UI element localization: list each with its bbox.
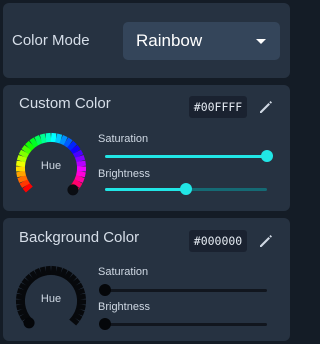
background-saturation-label: Saturation — [98, 266, 149, 278]
custom-hex-field[interactable]: #00FFFF — [189, 96, 247, 118]
hue-ring-segment — [39, 133, 47, 144]
hue-ring-segment — [16, 170, 26, 178]
custom-saturation-knob[interactable] — [261, 150, 273, 162]
hue-ring-segment — [34, 268, 43, 279]
pencil-icon[interactable] — [258, 233, 274, 249]
background-hue-wheel[interactable]: Hue — [15, 265, 87, 337]
hue-ring-segment — [55, 133, 63, 144]
hue-ring-segment — [17, 174, 28, 183]
custom-brightness-slider[interactable] — [105, 183, 267, 195]
hue-ring-segment — [45, 132, 52, 143]
hue-ring-segment — [45, 265, 52, 276]
hue-ring-segment — [50, 265, 57, 276]
background-saturation-slider[interactable] — [99, 284, 267, 296]
color-mode-dropdown[interactable]: Rainbow — [123, 22, 280, 60]
custom-brightness-fill — [105, 188, 186, 191]
background-brightness-label: Brightness — [98, 301, 150, 313]
hue-knob[interactable] — [67, 184, 79, 196]
hue-ring-segment — [76, 170, 86, 178]
background-color-title: Background Color — [19, 229, 140, 246]
custom-brightness-label: Brightness — [98, 168, 150, 180]
hue-ring-segment — [74, 307, 85, 316]
color-mode-card: Color Mode Rainbow — [3, 3, 290, 78]
custom-saturation-slider[interactable] — [105, 150, 273, 162]
custom-hue-label: Hue — [40, 160, 62, 172]
hue-ring-segment — [55, 266, 63, 277]
hue-ring-segment — [34, 135, 43, 146]
background-saturation-knob[interactable] — [99, 284, 111, 296]
background-color-card: Background Color #000000 Hue Saturation … — [3, 218, 290, 341]
hue-ring-segment — [39, 266, 47, 277]
hue-knob[interactable] — [23, 317, 35, 329]
hue-ring-segment — [50, 132, 57, 143]
custom-hue-wheel[interactable]: Hue — [15, 132, 87, 204]
caret-down-icon — [256, 39, 266, 44]
hue-ring-segment — [17, 307, 28, 316]
hue-ring-segment — [16, 303, 26, 311]
custom-color-card: Custom Color #00FFFF Hue Saturation Brig… — [3, 85, 290, 211]
custom-color-title: Custom Color — [19, 95, 111, 112]
background-brightness-knob[interactable] — [99, 318, 111, 330]
hue-ring-segment — [76, 303, 86, 311]
pencil-icon[interactable] — [258, 99, 274, 115]
hue-ring-segment — [74, 174, 85, 183]
background-hue-label: Hue — [40, 293, 62, 305]
background-brightness-slider[interactable] — [99, 318, 267, 330]
background-hex-field[interactable]: #000000 — [189, 230, 247, 252]
color-mode-value: Rainbow — [136, 31, 203, 50]
custom-saturation-label: Saturation — [98, 133, 149, 145]
custom-brightness-knob[interactable] — [180, 183, 192, 195]
color-mode-label: Color Mode — [12, 32, 90, 49]
